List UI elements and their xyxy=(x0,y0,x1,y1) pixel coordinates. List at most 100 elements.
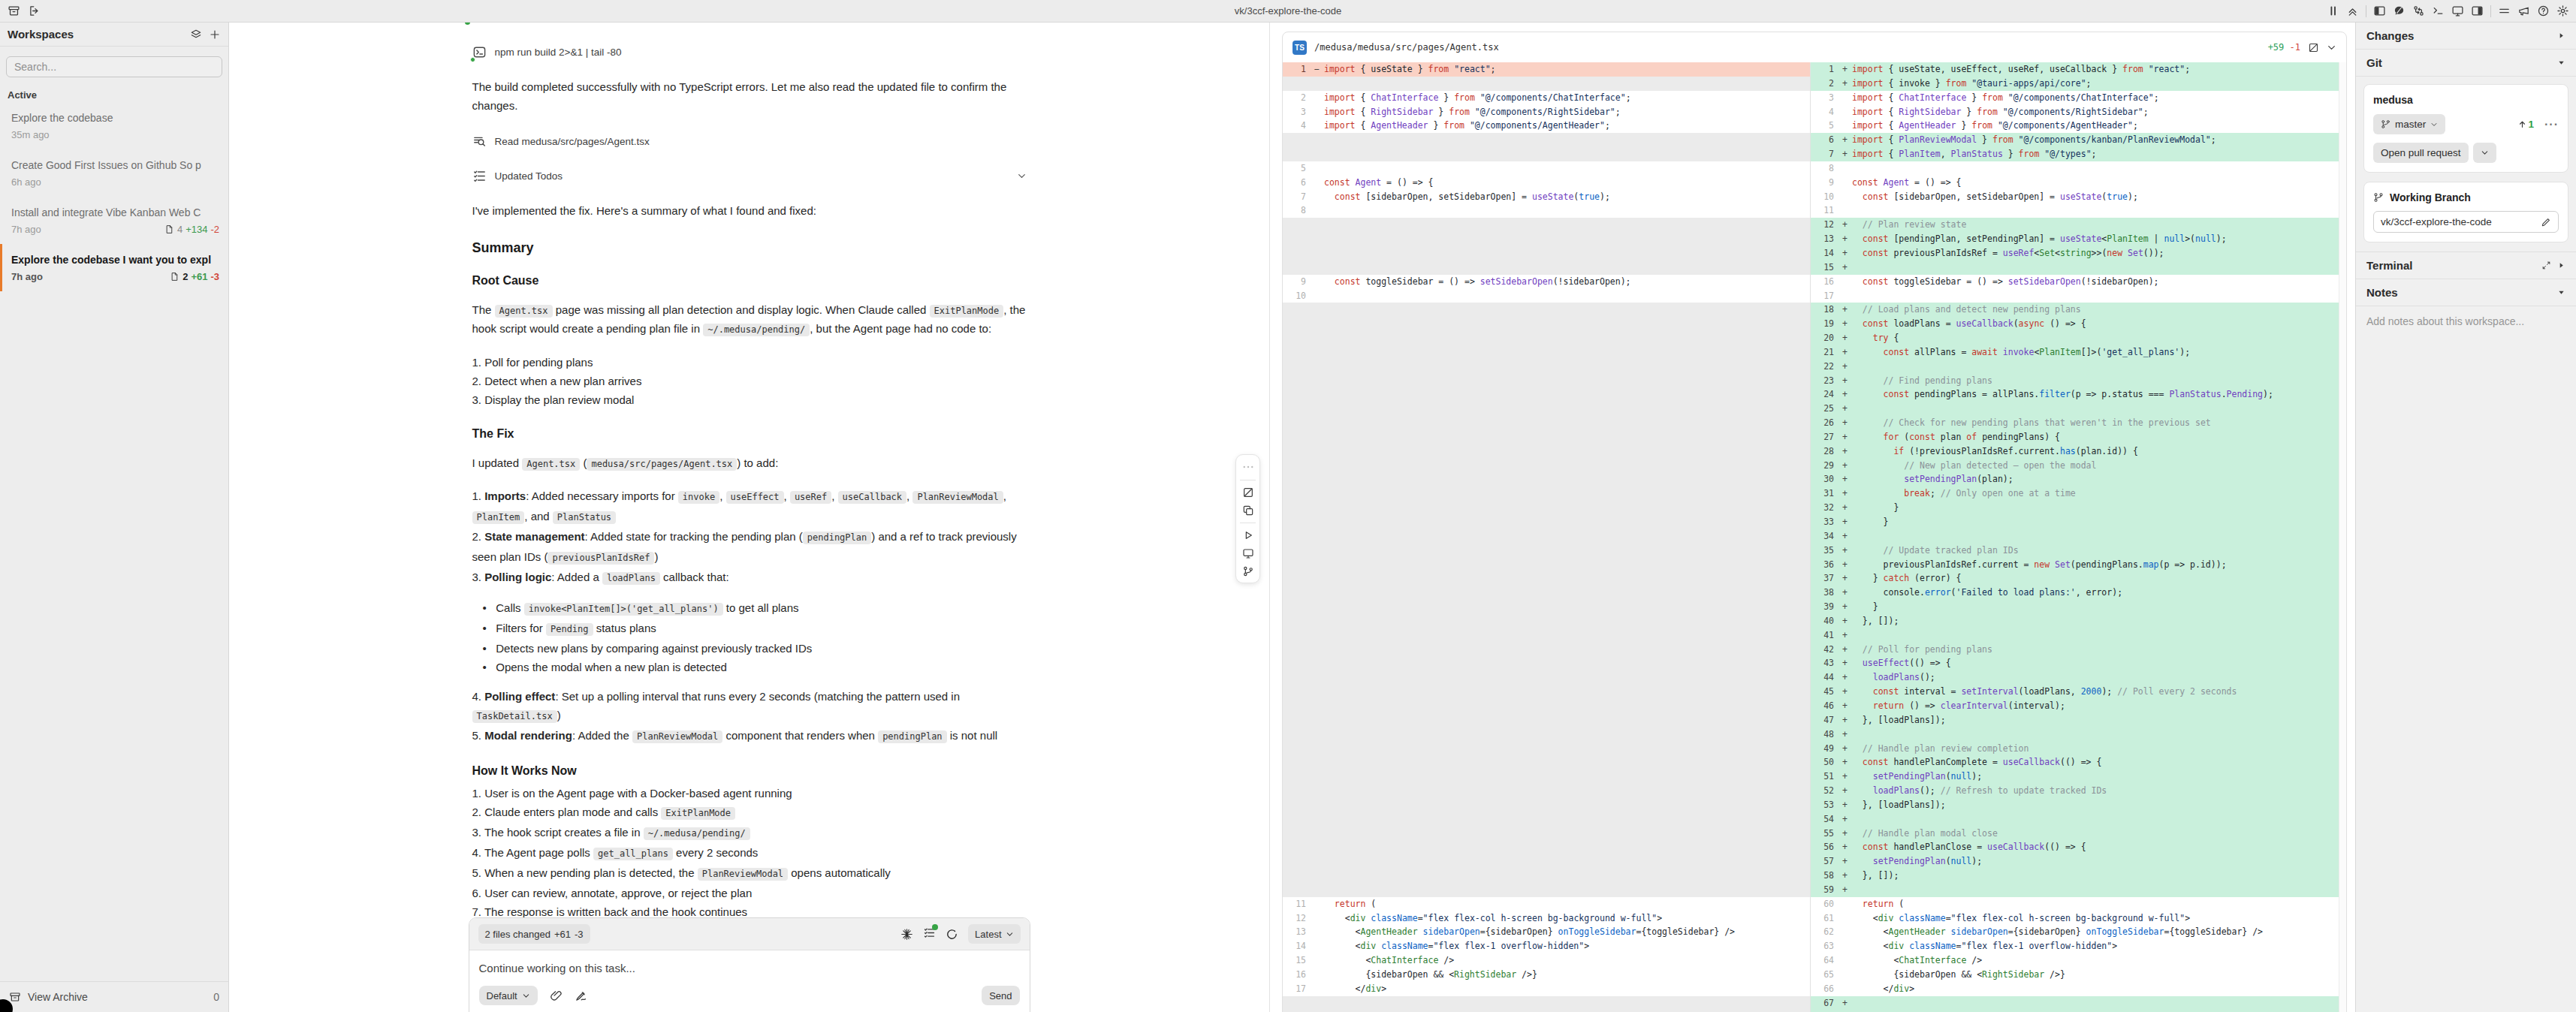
diff-row xyxy=(1283,218,1810,232)
expand-icon[interactable] xyxy=(2541,261,2551,270)
diff-marker: + xyxy=(1838,614,1852,628)
list-marker: 4. xyxy=(472,846,484,859)
diff-row xyxy=(1283,374,1810,388)
tool-call-row[interactable]: Read medusa/src/pages/Agent.tsx xyxy=(472,133,1027,149)
list-marker: 1. xyxy=(472,356,485,369)
more-options-button[interactable]: ··· xyxy=(2544,118,2559,131)
chat-bubble-icon[interactable] xyxy=(2393,5,2406,17)
line-number: 17 xyxy=(1811,289,1838,303)
diff-row: 43+ useEffect(() => { xyxy=(1811,656,2339,670)
workspace-item[interactable]: Explore the codebase35m ago xyxy=(0,102,228,149)
git-section-header[interactable]: Git xyxy=(2356,50,2576,77)
monitor-icon[interactable] xyxy=(1242,547,1254,559)
diff-pane-old: 1−import { useState } from "react";2impo… xyxy=(1283,62,1811,1012)
open-pull-request-button[interactable]: Open pull request xyxy=(2373,143,2469,163)
diff-row: 44+ loadPlans(); xyxy=(1811,670,2339,685)
pen-icon[interactable] xyxy=(575,989,587,1002)
help-icon[interactable] xyxy=(2537,5,2550,17)
tool-call-label: npm run build 2>&1 | tail -80 xyxy=(495,47,622,58)
view-archive-button[interactable]: View Archive 0 xyxy=(0,981,228,1012)
diff-row xyxy=(1283,459,1810,473)
notes-section-header[interactable]: Notes xyxy=(2356,279,2576,306)
diff-row xyxy=(1283,713,1810,727)
plus-icon[interactable] xyxy=(209,29,221,41)
chevron-down-icon[interactable] xyxy=(2327,43,2336,53)
branch-selector[interactable]: master xyxy=(2373,114,2445,134)
diff-marker: + xyxy=(1838,586,1852,600)
send-button[interactable]: Send xyxy=(982,986,1019,1005)
spinner-icon[interactable] xyxy=(946,928,958,941)
megaphone-icon[interactable] xyxy=(2517,5,2530,17)
tool-call-row[interactable]: npm run build 2>&1 | tail -80 xyxy=(472,44,1027,60)
text-run: The response is written back and the hoo… xyxy=(484,905,747,918)
message-input[interactable]: Continue working on this task... xyxy=(479,962,1020,974)
line-number: 44 xyxy=(1811,670,1838,685)
diff-marker: + xyxy=(1838,345,1852,360)
archive-icon[interactable] xyxy=(8,5,20,17)
git-compare-icon[interactable] xyxy=(2412,5,2425,17)
diff-row xyxy=(1283,387,1810,402)
diff-row: 56+ const handlePlanClose = useCallback(… xyxy=(1811,840,2339,854)
monitor-icon[interactable] xyxy=(2451,5,2464,17)
changes-section-header[interactable]: Changes xyxy=(2356,23,2576,50)
diff-marker: + xyxy=(1838,685,1852,699)
model-selector[interactable]: Default xyxy=(479,986,538,1005)
preview-off-icon[interactable] xyxy=(1242,486,1254,498)
line-number: 4 xyxy=(1283,119,1310,133)
line-number: 43 xyxy=(1811,656,1838,670)
workspace-item[interactable]: Explore the codebase I want you to expl7… xyxy=(0,244,228,291)
archive-icon xyxy=(9,991,21,1003)
sign-out-icon[interactable] xyxy=(28,5,41,17)
code-line: const handlePlanComplete = useCallback((… xyxy=(1852,755,2339,770)
diff-marker: + xyxy=(1838,883,1852,897)
copy-icon[interactable] xyxy=(1242,504,1254,517)
gear-icon[interactable] xyxy=(2556,5,2569,17)
menu-icon[interactable] xyxy=(2498,5,2511,17)
drag-dots-icon[interactable] xyxy=(1241,460,1255,474)
collapse-up-icon[interactable] xyxy=(2346,5,2359,17)
line-number: 2 xyxy=(1283,91,1310,105)
diff-marker: + xyxy=(1838,430,1852,444)
diff-marker: + xyxy=(1838,246,1852,261)
code-line xyxy=(1852,203,2339,218)
diff-row: 66 </div> xyxy=(1811,982,2339,996)
diff-marker: + xyxy=(1838,656,1852,670)
diff-scrollbar[interactable] xyxy=(2339,62,2346,1012)
terminal-prompt-icon[interactable] xyxy=(2432,5,2445,17)
line-number: 8 xyxy=(1811,161,1838,176)
line-number: 5 xyxy=(1811,119,1838,133)
play-icon[interactable] xyxy=(1242,529,1254,541)
diff-row: 49+ // Handle plan review completion xyxy=(1811,742,2339,756)
inline-code: invoke<PlanItem[]>('get_all_plans') xyxy=(524,603,723,616)
diff-marker xyxy=(1838,176,1852,190)
panel-right-icon[interactable] xyxy=(2471,5,2484,17)
list-item: 3. Polling logic: Added a loadPlans call… xyxy=(472,568,1027,588)
search-input[interactable]: Search... xyxy=(6,56,222,77)
spark-icon[interactable] xyxy=(900,928,913,941)
list-marker: 5. xyxy=(472,866,485,879)
pr-options-button[interactable] xyxy=(2473,143,2496,163)
workspace-item[interactable]: Create Good First Issues on Github So p6… xyxy=(0,149,228,197)
terminal-section-header[interactable]: Terminal xyxy=(2356,252,2576,279)
diff-row: 55+ // Handle plan modal close xyxy=(1811,827,2339,841)
layers-icon[interactable] xyxy=(190,29,202,41)
whitespace-toggle-icon[interactable] xyxy=(2308,42,2319,53)
paperclip-icon[interactable] xyxy=(550,989,563,1002)
diff-marker: + xyxy=(1838,742,1852,756)
pencil-icon[interactable] xyxy=(2541,217,2551,227)
files-changed-badge[interactable]: 2 files changed +61 -3 xyxy=(478,924,590,944)
workspace-item[interactable]: Install and integrate Vibe Kanban Web C7… xyxy=(0,197,228,244)
panel-left-icon[interactable] xyxy=(2373,5,2386,17)
tool-call-row[interactable]: Updated Todos xyxy=(472,167,1027,184)
version-selector[interactable]: Latest xyxy=(968,924,1020,944)
list-marker: 2. xyxy=(472,806,485,818)
working-branch-input[interactable]: vk/3ccf-explore-the-code xyxy=(2373,211,2559,233)
tasks-icon[interactable] xyxy=(923,926,936,942)
pause-icon[interactable] xyxy=(2327,5,2339,17)
inline-code: PlanReviewModal xyxy=(632,730,722,743)
diff-row: 10 const [sidebarOpen, setSidebarOpen] =… xyxy=(1811,190,2339,204)
diff-row xyxy=(1283,869,1810,883)
git-branch-icon[interactable] xyxy=(1242,565,1254,577)
notes-input[interactable]: Add notes about this workspace... xyxy=(2356,306,2576,336)
code-line: }, [loadPlans]); xyxy=(1852,798,2339,812)
